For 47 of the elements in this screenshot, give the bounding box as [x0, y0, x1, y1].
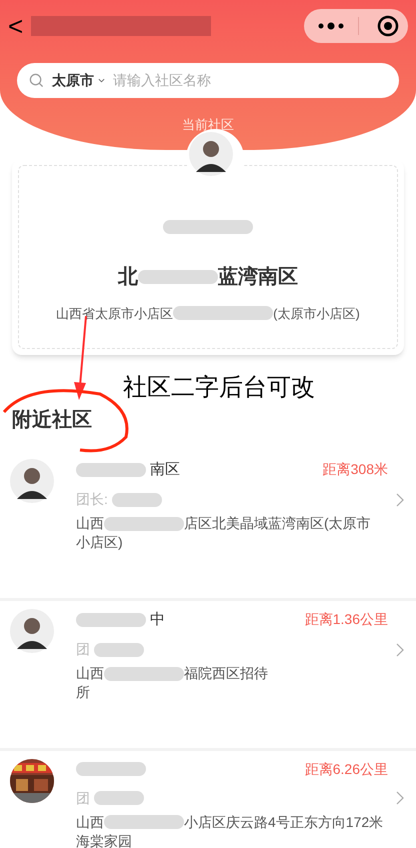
redaction-smear [94, 791, 144, 805]
avatar-icon [10, 458, 54, 502]
redaction-smear [76, 462, 146, 477]
chevron-icon [396, 492, 404, 506]
community-name: 北 [118, 264, 138, 290]
redaction-smear [94, 642, 144, 656]
distance: 距离6.26公里 [304, 760, 388, 778]
row-address: 小店区庆云路4号正东方向172米 [184, 812, 384, 832]
annotation-note: 社区二字后台可改 [123, 374, 315, 403]
row-address: 山西 [76, 514, 104, 533]
leader-label: 团长: [76, 490, 108, 509]
community-address: 山西省太原市小店区 [56, 304, 174, 322]
row-address: 所 [76, 683, 90, 702]
more-icon[interactable] [316, 21, 346, 31]
community-address: (太原市小店区) [273, 304, 360, 323]
section-title: 附近社区 [11, 408, 93, 432]
row-address: 山西 [76, 664, 104, 683]
city-selector[interactable]: 太原市 [52, 70, 94, 91]
capsule-menu[interactable] [304, 9, 408, 43]
community-row[interactable]: 距离6.26公里 团 山西 小店区庆云路4号正东方向172米 海棠家园 [0, 750, 416, 848]
avatar-icon [189, 132, 233, 176]
community-name: 蓝湾南区 [218, 264, 298, 290]
row-name: 中 [150, 610, 165, 630]
row-address: 店区北美晶域蓝湾南区(太原市 [184, 514, 371, 533]
community-search-input[interactable]: 请输入社区名称 [113, 70, 387, 91]
row-name: 南区 [150, 460, 180, 480]
redaction-smear [76, 762, 146, 776]
leader-label: 团 [76, 788, 90, 808]
distance: 距离308米 [322, 460, 388, 480]
chevron-icon [396, 642, 404, 656]
row-address: 山西 [76, 812, 104, 832]
avatar-icon [10, 608, 54, 652]
community-row[interactable]: 中 距离1.36公里 团 山西 福院西区招待 所 [0, 600, 416, 750]
community-row[interactable]: 南区 距离308米 团长: 山西 店区北美晶域蓝湾南区(太原市 小店区) [0, 450, 416, 600]
close-icon[interactable] [377, 15, 399, 37]
row-address: 福院西区招待 [184, 664, 268, 683]
search-icon [29, 73, 44, 88]
back-button[interactable]: < [8, 13, 24, 39]
leader-label: 团 [76, 640, 90, 659]
redaction-smear [76, 612, 146, 627]
caret-icon [98, 78, 105, 83]
row-address: 海棠家园 [76, 832, 132, 848]
search-field[interactable]: 太原市 请输入社区名称 [17, 63, 399, 98]
redaction-smear [112, 492, 162, 506]
chevron-icon [396, 791, 404, 805]
distance: 距离1.36公里 [304, 610, 388, 630]
row-address: 小店区) [76, 533, 123, 552]
